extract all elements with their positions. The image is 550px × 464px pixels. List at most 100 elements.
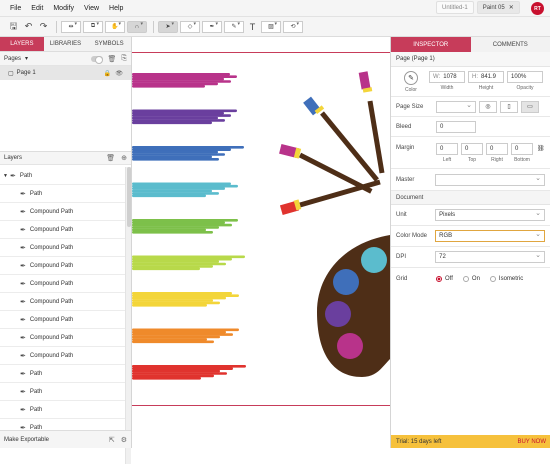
doc-tab-paint[interactable]: Paint 05✕ (477, 1, 520, 14)
make-exportable-button[interactable]: Make Exportable (4, 437, 49, 443)
paint-dot-teal[interactable] (361, 247, 387, 273)
width-field[interactable]: W:1078 (429, 71, 465, 83)
layer-row[interactable]: ✒Compound Path (0, 221, 125, 239)
paint-stroke[interactable] (132, 291, 244, 307)
brush-1[interactable] (359, 71, 382, 173)
trash-icon[interactable]: 🗑 (106, 154, 115, 162)
height-field[interactable]: H:841.9 (468, 71, 504, 83)
unit-select[interactable]: Pixels (435, 209, 545, 221)
paint-stroke[interactable] (132, 255, 244, 271)
brush-4[interactable] (280, 182, 380, 215)
export-icon[interactable]: ⇱ (109, 436, 115, 444)
pencil-icon[interactable]: ✎ (224, 21, 244, 33)
buy-now-link[interactable]: BUY NOW (517, 439, 546, 445)
close-icon[interactable]: ✕ (509, 4, 514, 11)
margin-bottom-field[interactable]: 0 (511, 143, 533, 155)
shape-icon[interactable]: ◇ (180, 21, 200, 33)
redo-icon[interactable]: ↷ (37, 20, 50, 33)
add-page-icon[interactable]: ⎘ (121, 55, 127, 63)
portrait-icon[interactable]: ▯ (500, 101, 518, 113)
doc-tab-untitled[interactable]: Untitled-1 (436, 1, 474, 14)
layer-row[interactable]: ▼✒Path (0, 167, 125, 185)
paint-stroke[interactable] (132, 72, 244, 88)
paint-stroke[interactable] (132, 145, 244, 161)
avatar[interactable]: RT (531, 2, 544, 15)
pointer-icon[interactable]: ➤ (158, 21, 178, 33)
add-layer-icon[interactable]: ⊕ (121, 154, 127, 162)
lock-icon[interactable]: 🔒 (104, 70, 111, 77)
bleed-field[interactable]: 0 (436, 121, 476, 133)
tab-libraries[interactable]: LIBRARIES (44, 37, 88, 52)
scroll-thumb[interactable] (127, 167, 131, 227)
landscape-icon[interactable]: ▭ (521, 101, 539, 113)
canvas[interactable] (132, 37, 390, 448)
magnet-icon[interactable]: ∩ (127, 21, 147, 33)
layer-row[interactable]: ✒Compound Path (0, 203, 125, 221)
align-icon[interactable]: ⇹ (61, 21, 81, 33)
link-margins-icon[interactable]: ⛓ (537, 145, 545, 152)
color-mode-select[interactable]: RGB (435, 230, 545, 242)
margin-left-field[interactable]: 0 (436, 143, 458, 155)
brush-2[interactable] (303, 97, 377, 180)
master-select[interactable] (435, 174, 545, 186)
layer-row[interactable]: ✒Compound Path (0, 347, 125, 365)
layer-row[interactable]: ✒Compound Path (0, 257, 125, 275)
tab-comments[interactable]: COMMENTS (471, 37, 550, 52)
page-item[interactable]: ▢ Page 1 🔒 👁 (0, 66, 131, 80)
arrange-icon[interactable]: ⧉ (83, 21, 103, 33)
pages-toggle[interactable] (91, 56, 103, 62)
eye-icon[interactable]: 👁 (115, 70, 123, 77)
layer-row[interactable]: ✒Compound Path (0, 293, 125, 311)
color-picker[interactable]: ✎ Color (396, 71, 426, 93)
paint-stroke[interactable] (132, 109, 244, 125)
paint-stroke[interactable] (132, 182, 244, 198)
opacity-label: Opacity (517, 85, 534, 91)
layer-row[interactable]: ✒Compound Path (0, 329, 125, 347)
save-icon[interactable]: 🖫 (7, 20, 20, 33)
menu-help[interactable]: Help (104, 5, 128, 12)
expand-caret-icon[interactable]: ▼ (3, 173, 8, 179)
paint-stroke[interactable] (132, 218, 244, 234)
grid-on-radio[interactable]: On (463, 276, 480, 282)
image-icon[interactable]: ▨ (261, 21, 281, 33)
paint-dot-purple[interactable] (325, 301, 351, 327)
brush-3[interactable] (279, 144, 376, 191)
hand-icon[interactable]: ✋ (105, 21, 125, 33)
trash-icon[interactable]: 🗑 (108, 55, 117, 63)
menu-modify[interactable]: Modify (48, 5, 79, 12)
orientation-icon[interactable]: ◎ (479, 101, 497, 113)
layer-row[interactable]: ✒Compound Path (0, 311, 125, 329)
tab-inspector[interactable]: INSPECTOR (391, 37, 471, 52)
grid-isometric-radio[interactable]: Isometric (490, 276, 523, 282)
layer-row[interactable]: ✒Path (0, 185, 125, 203)
page-size-select[interactable] (436, 101, 476, 113)
transform-icon[interactable]: ⟲ (283, 21, 303, 33)
chevron-down-icon[interactable]: ▾ (25, 55, 28, 62)
grid-off-radio[interactable]: Off (436, 276, 453, 282)
layers-scrollbar[interactable] (125, 167, 131, 464)
layer-row[interactable]: ✒Compound Path (0, 275, 125, 293)
tab-symbols[interactable]: SYMBOLS (87, 37, 131, 52)
layer-row[interactable]: ✒Path (0, 365, 125, 383)
layer-row[interactable]: ✒Path (0, 401, 125, 419)
tab-layers[interactable]: LAYERS (0, 37, 44, 52)
color-swatch-icon[interactable]: ✎ (404, 71, 418, 85)
margin-top-field[interactable]: 0 (461, 143, 483, 155)
margin-right-field[interactable]: 0 (486, 143, 508, 155)
menu-view[interactable]: View (79, 5, 104, 12)
text-icon[interactable]: T (246, 20, 259, 33)
menu-file[interactable]: File (0, 5, 26, 12)
paint-dot-magenta[interactable] (337, 333, 363, 359)
layer-row[interactable]: ✒Compound Path (0, 239, 125, 257)
paint-stroke[interactable] (132, 328, 244, 344)
paint-stroke[interactable] (132, 364, 244, 380)
layer-row[interactable]: ✒Path (0, 383, 125, 401)
width-label: Width (441, 85, 454, 91)
undo-icon[interactable]: ↶ (22, 20, 35, 33)
dpi-select[interactable]: 72 (435, 251, 545, 263)
pen-icon[interactable]: ✒ (202, 21, 222, 33)
paint-dot-blue[interactable] (333, 269, 359, 295)
menu-edit[interactable]: Edit (26, 5, 48, 12)
opacity-field[interactable]: 100% (507, 71, 543, 83)
settings-icon[interactable]: ⚙ (121, 436, 127, 444)
